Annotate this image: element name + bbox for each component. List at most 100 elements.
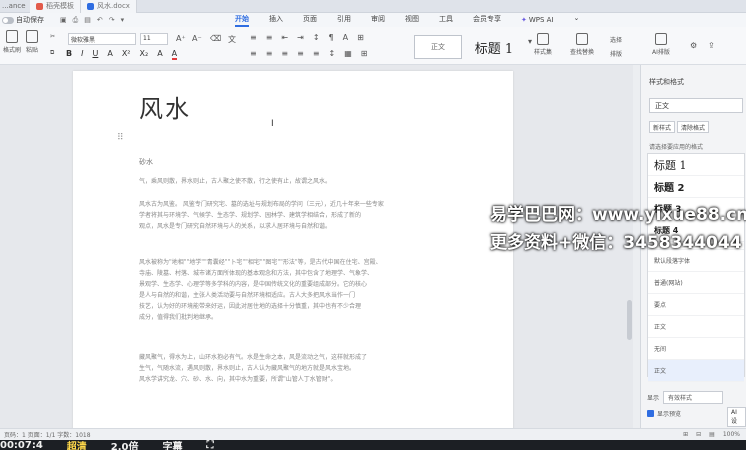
list-item[interactable]: 标题 1	[648, 154, 744, 176]
save-icon[interactable]: ▣	[60, 16, 67, 25]
superscript-button[interactable]: X²	[122, 49, 131, 60]
layout-button[interactable]: 排版	[610, 49, 622, 58]
find-replace-button[interactable]: 查找替换	[570, 33, 594, 56]
share-icon[interactable]: ⇪	[708, 41, 715, 50]
pinyin-icon[interactable]: 文	[228, 34, 236, 45]
copy-icon[interactable]: ⧉	[50, 49, 54, 57]
quality-button[interactable]: 超清	[67, 440, 87, 450]
autosave[interactable]: 自动保存	[0, 15, 58, 25]
paragraph-3[interactable]: 风水被称为"地相""地学""青囊经""卜宅""相宅""图宅""形法"等，是古代中…	[139, 257, 459, 323]
list-item[interactable]: 无间	[648, 338, 744, 360]
document-page[interactable]: 风水 I 砂水 气，乘风则散，界水则止，古人聚之使不散，行之使有止，故谓之风水。…	[73, 71, 513, 428]
paragraph-1[interactable]: 气，乘风则散，界水则止，古人聚之使不散，行之使有止，故谓之风水。	[139, 176, 459, 187]
current-style-field[interactable]: 正文	[649, 98, 743, 113]
distribute-button[interactable]: ≡	[313, 49, 320, 58]
show-marks-button[interactable]: ¶	[329, 33, 334, 42]
list-item[interactable]: 普通(网站)	[648, 272, 744, 294]
table-border-button[interactable]: ⊞	[361, 49, 368, 58]
paragraph-4[interactable]: 藏风聚气，得水为上，山环水抱必有气。水是生命之本，风是流动之气，这样就形成了 生…	[139, 352, 459, 385]
sort-button[interactable]: ↕	[313, 33, 320, 42]
document-title[interactable]: 风水	[139, 89, 191, 124]
menu-tools[interactable]: 工具	[439, 14, 453, 27]
format-painter-icon	[6, 30, 18, 43]
ai-layout-button[interactable]: AI排版	[652, 33, 670, 56]
menu-insert[interactable]: 插入	[269, 14, 283, 27]
subtitle-button[interactable]: 字幕	[163, 440, 183, 450]
cut-icon[interactable]: ✂	[50, 33, 55, 40]
preview-icon[interactable]: ▤	[84, 16, 91, 25]
zoom-level[interactable]: 100%	[723, 431, 740, 438]
preview-checkbox[interactable]	[647, 410, 654, 417]
list-item[interactable]: 正文	[648, 316, 744, 338]
border-button[interactable]: ⊞	[357, 33, 364, 42]
menu-home[interactable]: 开始	[235, 14, 249, 27]
paragraph-2[interactable]: 风水古为风鉴。 风鉴专门研究宅、墓的选址与规划布局的学问（三元），近几十年来一些…	[139, 199, 459, 232]
menu-page[interactable]: 页面	[303, 14, 317, 27]
bullets-button[interactable]: ≡	[250, 33, 257, 42]
fullscreen-icon[interactable]: ⛶	[207, 440, 214, 450]
char-border-button[interactable]: A	[343, 33, 348, 42]
style-heading-1[interactable]: 标题 1	[466, 35, 522, 59]
font-name-select[interactable]: 微软雅黑	[68, 33, 136, 45]
video-player-bar: 00:07:4 超清 2.0倍 字幕 ⛶	[0, 440, 746, 450]
chevron-down-icon[interactable]: ▾	[121, 16, 125, 25]
strikethrough-button[interactable]: A	[107, 49, 112, 60]
numbering-button[interactable]: ≡	[266, 33, 273, 42]
list-item[interactable]: 标题 2	[648, 176, 744, 198]
font-size-select[interactable]: 11	[140, 33, 168, 45]
autosave-toggle[interactable]	[2, 16, 14, 24]
chevron-down-icon[interactable]: ⌄	[574, 14, 580, 27]
list-item[interactable]: 要点	[648, 294, 744, 316]
ai-style-button[interactable]: AI 设	[727, 407, 746, 427]
menu-references[interactable]: 引用	[337, 14, 351, 27]
wps-ai-button[interactable]: ✦ WPS AI	[521, 14, 554, 27]
underline-button[interactable]: U	[92, 49, 98, 60]
shading-button[interactable]: ▦	[344, 49, 352, 58]
paste-label: 粘贴	[26, 47, 39, 54]
show-filter-select[interactable]: 有效样式	[663, 391, 724, 404]
undo-icon[interactable]: ↶	[97, 16, 103, 25]
select-button[interactable]: 选择	[610, 35, 622, 44]
increase-indent-button[interactable]: ⇥	[297, 33, 304, 42]
redo-icon[interactable]: ↷	[109, 16, 115, 25]
italic-button[interactable]: I	[81, 49, 83, 60]
scrollbar-thumb[interactable]	[627, 300, 632, 340]
line-spacing-button[interactable]: ↕	[329, 49, 336, 58]
menu-view[interactable]: 视图	[405, 14, 419, 27]
styles-set-button[interactable]: 样式集	[534, 33, 552, 56]
tab-document[interactable]: 风水.docx	[81, 0, 137, 13]
view-web-icon[interactable]: ⊟	[696, 431, 701, 438]
print-icon[interactable]: ⎙	[73, 16, 79, 25]
grow-font-icon[interactable]: A⁺	[176, 34, 186, 43]
format-painter-label: 格式刷	[3, 47, 22, 54]
preview-checkbox-row[interactable]: 显示预览	[647, 409, 681, 418]
new-style-button[interactable]: 新样式	[649, 121, 676, 133]
settings-icon[interactable]: ⚙	[690, 41, 697, 50]
shrink-font-icon[interactable]: A⁻	[192, 34, 202, 43]
format-painter-button[interactable]: 格式刷	[3, 30, 21, 54]
align-center-button[interactable]: ≡	[266, 49, 273, 58]
tab-template[interactable]: 稻壳模板	[30, 0, 81, 13]
menu-member[interactable]: 会员专享	[473, 14, 501, 27]
align-right-button[interactable]: ≡	[281, 49, 288, 58]
menu-review[interactable]: 审阅	[371, 14, 385, 27]
decrease-indent-button[interactable]: ⇤	[281, 33, 288, 42]
list-item[interactable]: 默认段落字体	[648, 250, 744, 272]
subscript-button[interactable]: X₂	[140, 49, 149, 60]
align-left-button[interactable]: ≡	[250, 49, 257, 58]
bold-button[interactable]: B	[66, 49, 72, 60]
drag-handle-icon[interactable]: ⠿	[117, 133, 124, 143]
document-subtitle[interactable]: 砂水	[139, 157, 153, 167]
justify-button[interactable]: ≡	[297, 49, 304, 58]
clear-format-button[interactable]: 清除格式	[677, 121, 710, 133]
font-color-button[interactable]: A	[171, 49, 178, 60]
paste-button[interactable]: 粘贴	[26, 30, 38, 54]
view-read-icon[interactable]: ▤	[709, 431, 715, 438]
style-normal[interactable]: 正文	[414, 35, 462, 59]
list-item[interactable]: 正文	[648, 360, 744, 382]
highlight-button[interactable]: A	[157, 49, 162, 60]
view-page-icon[interactable]: ⊞	[683, 431, 688, 438]
gallery-more-icon[interactable]: ▾	[528, 37, 532, 46]
clear-format-icon[interactable]: ⌫	[210, 34, 221, 43]
speed-button[interactable]: 2.0倍	[111, 440, 139, 450]
